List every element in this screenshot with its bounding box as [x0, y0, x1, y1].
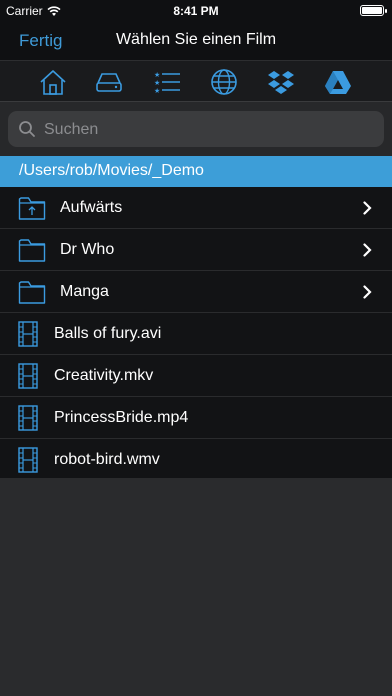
- list-item-video[interactable]: Balls of fury.avi: [0, 313, 392, 355]
- status-bar: Carrier 8:41 PM: [0, 0, 392, 22]
- film-icon: [18, 363, 38, 389]
- list-item-label: Balls of fury.avi: [54, 325, 162, 342]
- svg-text:★: ★: [154, 87, 160, 95]
- file-list: Aufwärts Dr Who Manga Balls of fury.avi …: [0, 187, 392, 481]
- film-icon: [18, 321, 38, 347]
- list-item-label: robot-bird.wmv: [54, 451, 160, 468]
- playlist-icon[interactable]: ★ ★ ★: [152, 67, 182, 97]
- film-icon: [18, 447, 38, 473]
- search-icon: [19, 121, 35, 137]
- page-title-text: Wählen Sie einen Film: [115, 31, 277, 48]
- list-item-label: Manga: [60, 283, 109, 300]
- search-input[interactable]: [42, 115, 366, 145]
- svg-text:★: ★: [154, 71, 160, 79]
- folder-up-icon: [18, 197, 46, 220]
- chevron-right-icon: [363, 201, 372, 215]
- dropbox-icon[interactable]: [266, 67, 296, 97]
- page-title: Wählen Sie einen Film: [0, 31, 392, 49]
- drive-icon[interactable]: [94, 67, 124, 97]
- battery-icon: [360, 5, 387, 16]
- svg-text:★: ★: [154, 79, 160, 87]
- list-item-folder[interactable]: Manga: [0, 271, 392, 313]
- list-item-video[interactable]: robot-bird.wmv: [0, 439, 392, 481]
- search-field[interactable]: [8, 111, 384, 147]
- folder-icon: [18, 281, 46, 304]
- status-time: 8:41 PM: [173, 4, 219, 18]
- list-item-folder[interactable]: Dr Who: [0, 229, 392, 271]
- current-path-header: /Users/rob/Movies/_Demo: [0, 156, 392, 187]
- google-drive-icon[interactable]: [323, 67, 353, 97]
- film-icon: [18, 405, 38, 431]
- chevron-right-icon: [363, 243, 372, 257]
- chevron-right-icon: [363, 285, 372, 299]
- list-item-label: PrincessBride.mp4: [54, 409, 189, 426]
- home-icon[interactable]: [38, 67, 68, 97]
- empty-area: [0, 478, 392, 696]
- list-item-label: Creativity.mkv: [54, 367, 154, 384]
- list-item-video[interactable]: Creativity.mkv: [0, 355, 392, 397]
- list-item-up[interactable]: Aufwärts: [0, 187, 392, 229]
- search-area: [0, 102, 392, 156]
- list-item-video[interactable]: PrincessBride.mp4: [0, 397, 392, 439]
- navigation-bar: Fertig Wählen Sie einen Film: [0, 22, 392, 60]
- folder-icon: [18, 239, 46, 262]
- battery-fill: [362, 7, 382, 14]
- list-item-label: Aufwärts: [60, 199, 123, 216]
- current-path: /Users/rob/Movies/_Demo: [19, 162, 204, 179]
- list-item-label: Dr Who: [60, 241, 115, 258]
- source-selector-bar: ★ ★ ★: [0, 60, 392, 102]
- globe-icon[interactable]: [209, 67, 239, 97]
